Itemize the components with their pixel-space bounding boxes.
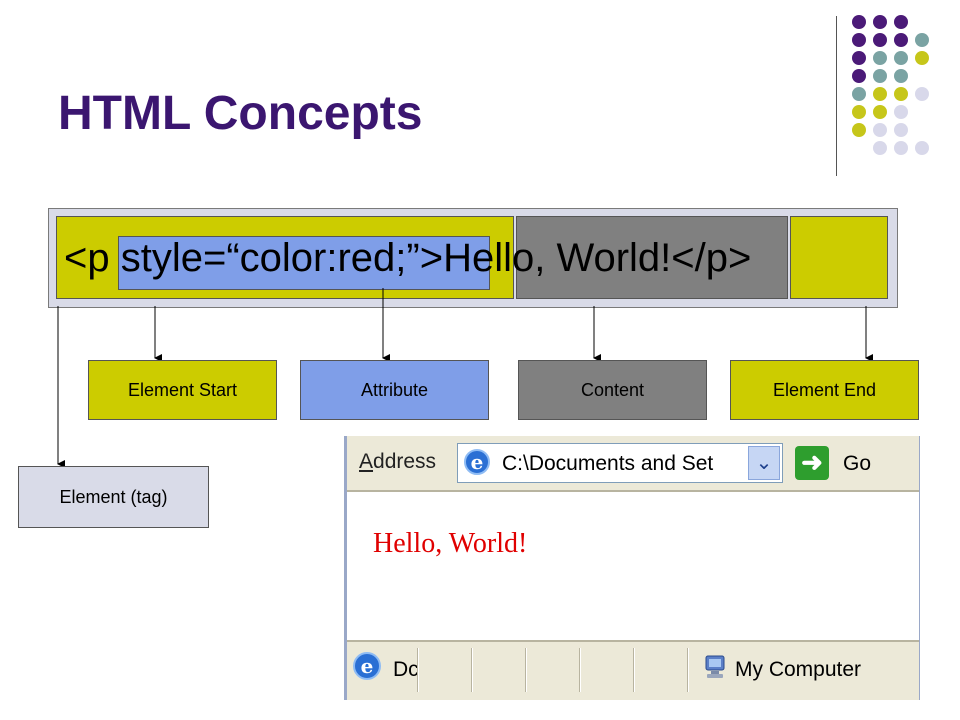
decorative-dot (852, 105, 866, 119)
status-bar: e Dc My Computer (347, 640, 919, 700)
label-content: Content (518, 360, 707, 420)
address-label-rest: ddress (373, 450, 437, 473)
address-label-accesskey: A (359, 450, 374, 473)
code-attribute: style=“color:red;” (120, 236, 420, 280)
decorative-dot (873, 105, 887, 119)
decorative-dot (873, 69, 887, 83)
address-value: C:\Documents and Set (502, 452, 714, 475)
decorative-dot (852, 15, 866, 29)
status-ie-page-icon: e (353, 652, 381, 680)
decorative-dot (852, 51, 866, 65)
code-line: <p style=“color:red;”>Hello, World!</p> (64, 233, 751, 283)
label-element-end: Element End (730, 360, 919, 420)
decorative-dot (915, 51, 929, 65)
decorative-dot (873, 15, 887, 29)
status-text: Dc (393, 658, 419, 681)
status-divider (471, 648, 473, 692)
address-bar: Address e C:\Documents and Set ⌄ ➜ Go (347, 436, 919, 492)
decorative-dot (852, 33, 866, 47)
code-end-tag: </p> (671, 236, 752, 280)
label-attribute: Attribute (300, 360, 489, 420)
decorative-dot (894, 33, 908, 47)
label-element-start: Element Start (88, 360, 277, 420)
decorative-dot (915, 87, 929, 101)
status-divider (417, 648, 419, 692)
decorative-dot (894, 15, 908, 29)
decorative-divider-line (836, 16, 837, 176)
decorative-dot (852, 69, 866, 83)
label-element-tag: Element (tag) (18, 466, 209, 528)
code-tag-close-bracket: > (419, 236, 444, 280)
decorative-dot (852, 123, 866, 137)
address-input[interactable]: e C:\Documents and Set ⌄ (457, 443, 783, 483)
decorative-dot (915, 141, 929, 155)
decorative-dot (873, 141, 887, 155)
decorative-dot (894, 105, 908, 119)
decorative-dot (894, 69, 908, 83)
code-tag-open: <p (64, 236, 121, 280)
status-divider (687, 648, 689, 692)
go-button-label[interactable]: Go (843, 452, 871, 476)
zone-text: My Computer (735, 658, 862, 681)
decorative-dot (873, 123, 887, 137)
computer-icon (705, 655, 725, 678)
status-divider (633, 648, 635, 692)
decorative-dot (873, 33, 887, 47)
rendered-page-text: Hello, World! (373, 528, 528, 559)
decorative-dot (894, 87, 908, 101)
status-divider (579, 648, 581, 692)
decorative-dot (894, 51, 908, 65)
ie-page-icon: e (464, 449, 490, 475)
decorative-dot (873, 87, 887, 101)
address-label: Address (359, 450, 436, 474)
code-content: Hello, World! (443, 236, 672, 280)
go-arrow-icon[interactable]: ➜ (795, 446, 829, 480)
decorative-dot (894, 141, 908, 155)
decorative-dot-grid (852, 15, 929, 155)
decorative-dot (894, 123, 908, 137)
page-content-area: Hello, World! (347, 492, 919, 640)
slide-title: HTML Concepts (58, 87, 423, 140)
browser-window: Address e C:\Documents and Set ⌄ ➜ Go He… (344, 436, 920, 700)
status-divider (525, 648, 527, 692)
decorative-dot (873, 51, 887, 65)
decorative-dot (915, 33, 929, 47)
decorative-dot (852, 87, 866, 101)
element-end-segment (790, 216, 888, 299)
chevron-down-icon[interactable]: ⌄ (748, 446, 780, 480)
